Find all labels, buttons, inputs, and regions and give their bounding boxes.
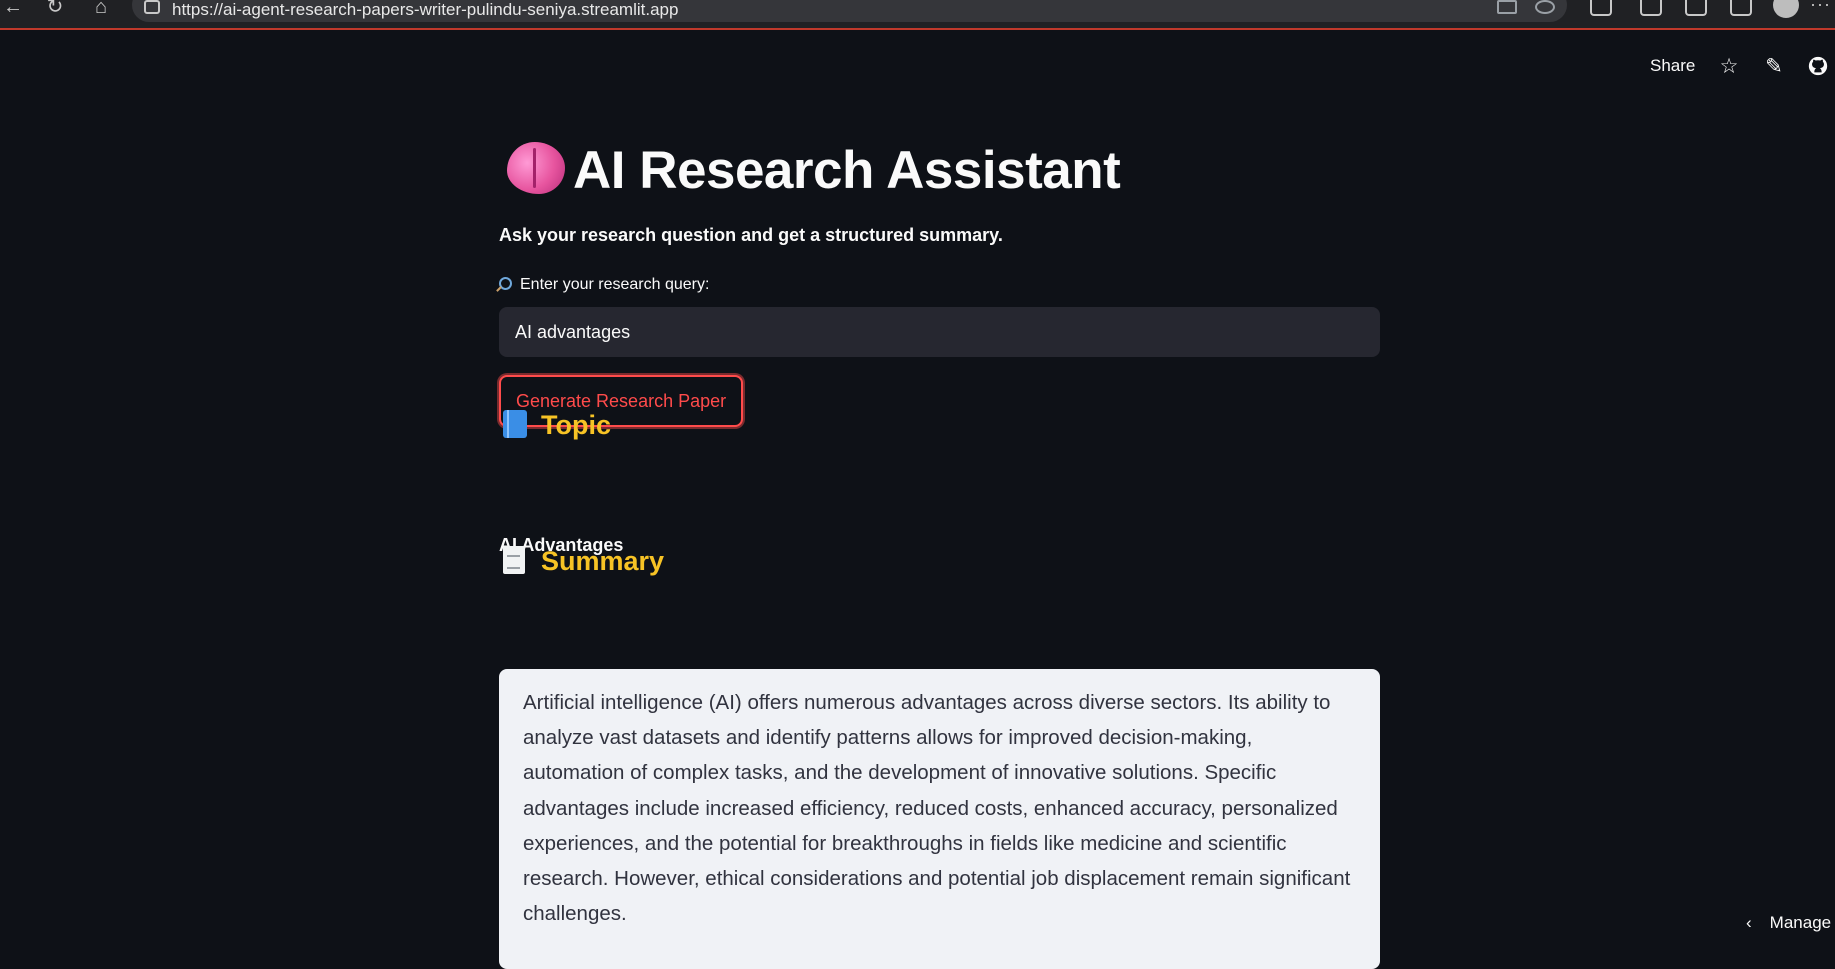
book-icon (503, 410, 527, 438)
chevron-left-icon: ‹ (1746, 913, 1752, 932)
topic-heading: Topic (503, 410, 611, 441)
split-screen-icon[interactable] (1640, 0, 1662, 16)
url-text[interactable]: https://ai-agent-research-papers-writer-… (172, 0, 678, 20)
star-icon[interactable]: ☆ (1717, 55, 1741, 79)
back-icon[interactable]: ← (0, 0, 26, 18)
summary-text: Artificial intelligence (AI) offers nume… (523, 691, 1351, 926)
address-bar[interactable]: https://ai-agent-research-papers-writer-… (132, 0, 1567, 22)
favorites-icon[interactable] (1685, 0, 1707, 16)
extensions-icon[interactable] (1590, 0, 1612, 16)
app-header (0, 32, 1835, 102)
document-icon (503, 546, 525, 574)
github-icon[interactable] (1806, 55, 1830, 79)
subtitle: Ask your research question and get a str… (499, 225, 1003, 245)
summary-box: Artificial intelligence (AI) offers nume… (499, 669, 1380, 969)
home-icon[interactable]: ⌂ (88, 0, 114, 18)
summary-heading-text: Summary (541, 546, 665, 576)
page-title-text: AI Research Assistant (573, 141, 1121, 200)
site-info-icon[interactable] (144, 0, 160, 14)
edit-icon[interactable]: ✎ (1762, 55, 1786, 79)
share-button[interactable]: Share (1650, 56, 1695, 76)
topic-heading-text: Topic (541, 410, 611, 440)
summary-heading: Summary (503, 546, 664, 577)
page-title: AI Research Assistant (507, 140, 1121, 201)
query-label: Enter your research query: (499, 276, 709, 294)
app-available-icon[interactable] (1497, 0, 1517, 14)
research-query-input[interactable] (499, 307, 1380, 357)
browser-toolbar: ← ↻ ⌂ https://ai-agent-research-papers-w… (0, 0, 1835, 30)
magnifier-icon (499, 277, 512, 290)
more-options-icon[interactable]: ··· (1810, 0, 1831, 15)
reload-icon[interactable]: ↻ (42, 0, 68, 18)
favorite-star-icon[interactable] (1535, 0, 1555, 14)
query-label-text: Enter your research query: (520, 276, 710, 293)
manage-label: Manage (1769, 913, 1832, 932)
manage-app-button[interactable]: ‹ Manage (1746, 913, 1831, 933)
profile-avatar[interactable] (1773, 0, 1799, 18)
browser-essentials-icon[interactable] (1730, 0, 1752, 16)
brain-icon (507, 142, 565, 194)
